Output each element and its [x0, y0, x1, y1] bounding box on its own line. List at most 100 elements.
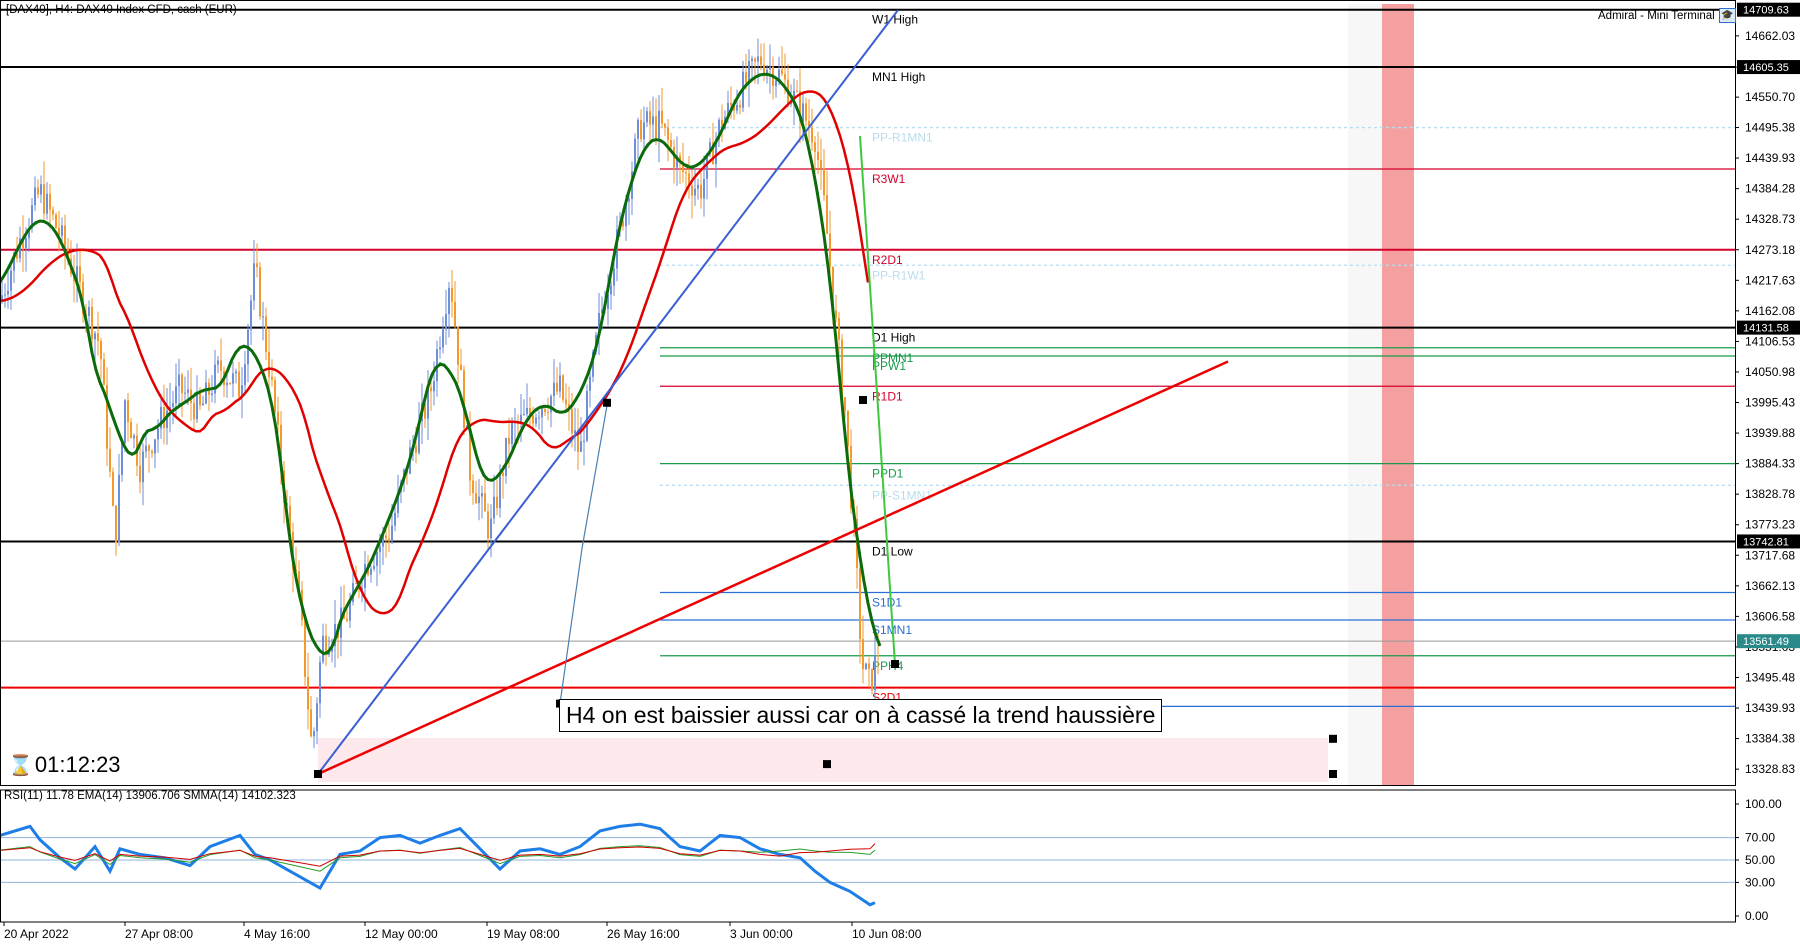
- candle-body: [112, 471, 114, 506]
- candle-body: [583, 440, 585, 442]
- candle-body: [685, 172, 687, 174]
- candle-body: [859, 568, 861, 640]
- candle-body: [490, 518, 492, 539]
- candle-body: [586, 390, 588, 441]
- candle-body: [181, 374, 183, 394]
- pivot-label-pp-r1mn1: PP-R1MN1: [872, 131, 933, 145]
- candle-body: [439, 347, 441, 350]
- candle-body: [820, 159, 822, 168]
- price-box-label: 14709.63: [1743, 5, 1789, 17]
- candle-body: [499, 472, 501, 509]
- graduation-cap-icon[interactable]: 🎓: [1718, 8, 1736, 23]
- candle-body: [373, 565, 375, 569]
- candle-body: [259, 267, 261, 317]
- candle-body: [7, 290, 9, 295]
- rsi-tick-label: 100.00: [1745, 797, 1782, 811]
- candle-body: [79, 266, 81, 282]
- sma-line: [0, 72, 882, 656]
- price-tick-label: 14217.63: [1745, 273, 1795, 287]
- price-tick-label: 14162.08: [1745, 304, 1795, 318]
- candle-body: [475, 493, 477, 504]
- candle-body: [697, 184, 699, 189]
- candle-body: [796, 90, 798, 92]
- candle-body: [127, 400, 129, 423]
- candle-body: [346, 618, 348, 621]
- candle-body: [187, 389, 189, 393]
- price-tick-label: 13328.83: [1745, 762, 1795, 776]
- candle-body: [571, 409, 573, 434]
- session-shade: [1382, 4, 1414, 785]
- terminal-label-wrap[interactable]: Admiral - Mini Terminal 🎓: [1598, 8, 1736, 23]
- candle-body: [838, 317, 840, 340]
- candle-body: [211, 393, 213, 395]
- candle-body: [589, 376, 591, 391]
- candle-body: [784, 74, 786, 80]
- candle-body: [637, 119, 639, 139]
- rsi-smma-line: [0, 843, 876, 867]
- pivot-label-d1-low: D1 Low: [872, 544, 913, 558]
- pivot-label-mn1-high: MN1 High: [872, 70, 925, 84]
- candle-body: [193, 402, 195, 420]
- candle-body: [154, 439, 156, 454]
- candle-body: [109, 448, 111, 472]
- candle-body: [10, 270, 12, 291]
- price-tick-label: 14439.93: [1745, 151, 1795, 165]
- ema-line: [0, 90, 870, 615]
- candle-body: [658, 110, 660, 139]
- candle-body: [484, 492, 486, 512]
- candle-body: [694, 188, 696, 196]
- candle-body: [178, 374, 180, 387]
- candle-body: [316, 703, 318, 732]
- candle-body: [220, 360, 222, 371]
- candle-body: [4, 294, 6, 296]
- bar-timer: ⌛ 01:12:23: [8, 752, 121, 778]
- candle-body: [535, 417, 537, 424]
- candle-body: [148, 445, 150, 451]
- candle-body: [652, 116, 654, 125]
- candle-body: [55, 214, 57, 228]
- candle-body: [52, 209, 54, 215]
- candle-body: [274, 379, 276, 412]
- candle-body: [235, 371, 237, 374]
- candle-body: [781, 69, 783, 75]
- anchor-point: [823, 760, 831, 769]
- chart-annotation[interactable]: H4 on est baissier aussi car on à cassé …: [559, 699, 1163, 732]
- chart-window[interactable]: W1 High MN1 High PP-R1MN1 R3W1 R2D1 PP-R1W1 D1…: [0, 0, 1800, 943]
- candle-body: [556, 382, 558, 392]
- candle-body: [814, 142, 816, 152]
- candle-body: [319, 661, 321, 704]
- candle-body: [628, 198, 630, 202]
- candle-body: [454, 301, 456, 327]
- candle-body: [61, 225, 63, 236]
- anchor-point: [314, 770, 322, 778]
- candle-body: [487, 511, 489, 539]
- price-tick-label: 13439.93: [1745, 701, 1795, 715]
- candle-body: [667, 127, 669, 140]
- candle-body: [172, 403, 174, 407]
- candle-body: [481, 492, 483, 497]
- price-tick-label: 13773.23: [1745, 518, 1795, 532]
- candle-body: [130, 422, 132, 439]
- candle-body: [871, 668, 873, 691]
- candle-body: [817, 151, 819, 160]
- candle-body: [862, 639, 864, 670]
- price-box-label: 14131.58: [1743, 323, 1789, 335]
- candle-body: [145, 445, 147, 452]
- candle-body: [553, 382, 555, 397]
- candle-body: [664, 123, 666, 128]
- candle-body: [811, 127, 813, 143]
- candle-body: [121, 443, 123, 475]
- candle-body: [532, 415, 534, 424]
- rsi-header: RSI(11) 11.78 EMA(14) 13906.706 SMMA(14)…: [4, 790, 296, 802]
- candle-body: [457, 326, 459, 365]
- rsi-ema-line: [0, 845, 876, 872]
- candle-body: [835, 310, 837, 318]
- time-tick-label: 10 Jun 08:00: [852, 927, 922, 941]
- candle-body: [844, 397, 846, 411]
- candle-body: [157, 428, 159, 440]
- candle-body: [472, 480, 474, 494]
- candle-body: [451, 287, 453, 302]
- terminal-label[interactable]: Admiral - Mini Terminal: [1598, 10, 1715, 22]
- candle-body: [304, 620, 306, 678]
- rsi-tick-label: 0.00: [1745, 909, 1769, 923]
